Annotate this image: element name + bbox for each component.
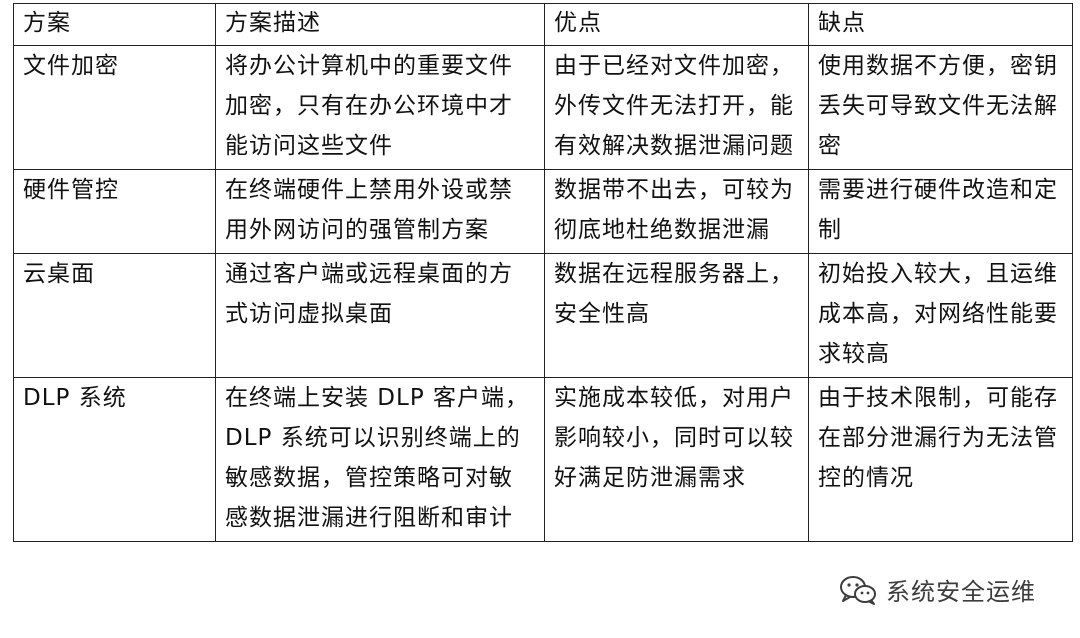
cell-advantages: 数据在远程服务器上，安全性高 xyxy=(544,253,809,378)
cell-scheme: DLP 系统 xyxy=(13,377,216,542)
cell-description: 在终端硬件上禁用外设或禁用外网访问的强管制方案 xyxy=(215,169,545,254)
cell-disadvantages: 使用数据不方便，密钥丢失可导致文件无法解密 xyxy=(808,45,1073,170)
cell-scheme: 文件加密 xyxy=(13,45,216,170)
header-cell-description: 方案描述 xyxy=(215,3,545,46)
cell-disadvantages: 初始投入较大，且运维成本高，对网络性能要求较高 xyxy=(808,253,1073,378)
wechat-watermark: 系统安全运维 xyxy=(838,572,1036,607)
table-row: 云桌面 通过客户端或远程桌面的方式访问虚拟桌面 数据在远程服务器上，安全性高 初… xyxy=(13,253,1073,378)
header-row: 方案 方案描述 优点 缺点 xyxy=(13,3,1073,46)
cell-advantages: 由于已经对文件加密，外传文件无法打开，能有效解决数据泄漏问题 xyxy=(544,45,809,170)
cell-scheme: 云桌面 xyxy=(13,253,216,378)
cell-advantages: 数据带不出去，可较为彻底地杜绝数据泄漏 xyxy=(544,169,809,254)
wechat-icon xyxy=(838,574,878,606)
table-row: 文件加密 将办公计算机中的重要文件加密，只有在办公环境中才能访问这些文件 由于已… xyxy=(13,45,1073,170)
cell-advantages: 实施成本较低，对用户影响较小，同时可以较好满足防泄漏需求 xyxy=(544,377,809,542)
cell-description: 在终端上安装 DLP 客户端，DLP 系统可以识别终端上的敏感数据，管控策略可对… xyxy=(215,377,545,542)
watermark-text: 系统安全运维 xyxy=(886,578,1036,606)
header-cell-scheme: 方案 xyxy=(13,3,216,46)
header-cell-disadvantages: 缺点 xyxy=(808,3,1073,46)
comparison-table: 方案 方案描述 优点 缺点 文件加密 将办公计算机中的重要文件加密，只有在办公环… xyxy=(13,3,1073,542)
cell-scheme: 硬件管控 xyxy=(13,169,216,254)
cell-description: 将办公计算机中的重要文件加密，只有在办公环境中才能访问这些文件 xyxy=(215,45,545,170)
cell-disadvantages: 需要进行硬件改造和定制 xyxy=(808,169,1073,254)
header-cell-advantages: 优点 xyxy=(544,3,809,46)
table-row: DLP 系统 在终端上安装 DLP 客户端，DLP 系统可以识别终端上的敏感数据… xyxy=(13,377,1073,542)
cell-description: 通过客户端或远程桌面的方式访问虚拟桌面 xyxy=(215,253,545,378)
cell-disadvantages: 由于技术限制，可能存在部分泄漏行为无法管控的情况 xyxy=(808,377,1073,542)
table-row: 硬件管控 在终端硬件上禁用外设或禁用外网访问的强管制方案 数据带不出去，可较为彻… xyxy=(13,169,1073,254)
